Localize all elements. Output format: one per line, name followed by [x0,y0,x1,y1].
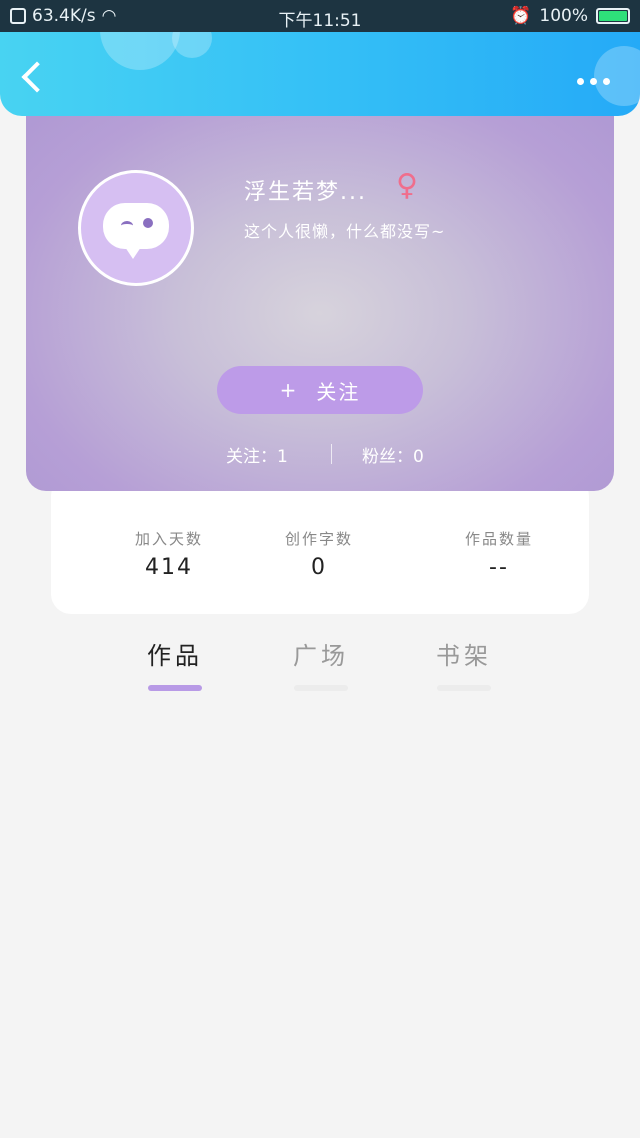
female-gender-icon: ♀ [396,168,418,203]
user-bio: 这个人很懒，什么都没写~ [244,222,446,241]
plus-icon: + [279,378,299,402]
stat-works-count: 作品数量 -- [409,528,589,580]
alarm-icon: ⏰ [510,6,532,26]
tab-indicator [148,685,202,691]
battery-icon [596,8,630,24]
follow-button[interactable]: + 关注 [217,366,423,414]
tab-bookshelf[interactable]: 书架 [419,636,509,691]
fans-count[interactable]: 粉丝：0 [362,442,424,467]
tab-label: 广场 [293,642,349,670]
app-header: 63.4K/s ◠ 下午11:51 ⏰ 100% [0,0,640,116]
tab-square[interactable]: 广场 [276,636,366,691]
username: 浮生若梦... [244,180,367,205]
battery-percent: 100% [539,6,588,26]
avatar[interactable] [78,170,194,286]
stat-label: 作品数量 [464,530,533,548]
profile-card: 浮生若梦... ♀ 这个人很懒，什么都没写~ + 关注 关注：1 粉丝：0 [26,96,614,491]
stat-word-count: 创作字数 0 [229,528,409,580]
stat-value: -- [489,555,509,580]
tab-indicator [294,685,348,691]
stat-value: 0 [311,555,327,580]
status-bar: 63.4K/s ◠ 下午11:51 ⏰ 100% [0,0,640,32]
tab-label: 作品 [147,642,203,670]
stat-label: 创作字数 [284,530,353,548]
chevron-left-icon[interactable] [21,61,53,93]
decor-bubble [594,46,640,106]
more-dots-icon[interactable] [577,78,610,85]
following-count[interactable]: 关注：1 [226,442,288,467]
chat-bubble-icon [103,203,169,259]
follow-label: 关注 [316,379,361,404]
divider [331,444,332,464]
tab-indicator [437,685,491,691]
stats-card: 加入天数 414 创作字数 0 作品数量 -- [51,476,589,614]
tab-works[interactable]: 作品 [130,636,220,691]
follow-counts: 关注：1 粉丝：0 [26,442,614,467]
tab-label: 书架 [436,642,492,670]
